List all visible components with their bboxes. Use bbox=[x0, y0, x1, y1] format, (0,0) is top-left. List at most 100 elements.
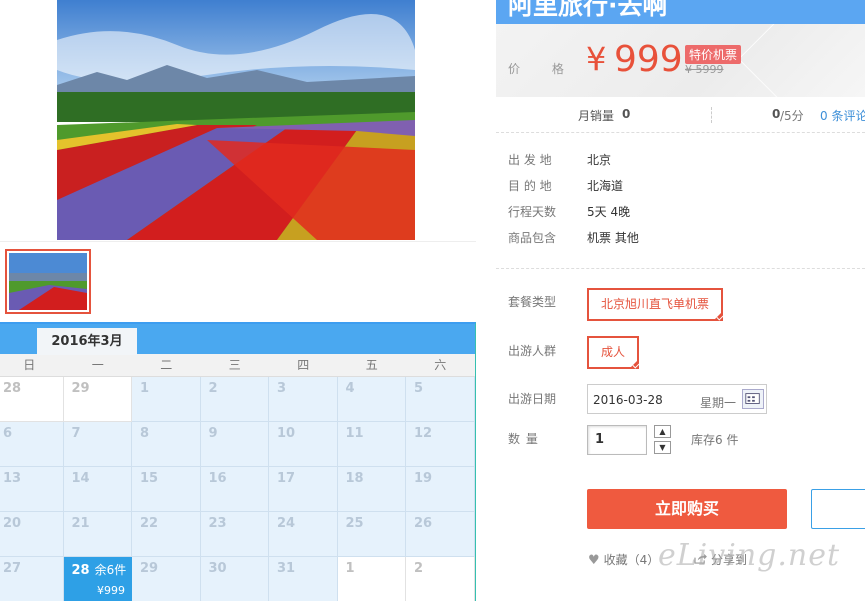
calendar-day[interactable]: 21 bbox=[63, 512, 132, 557]
calendar-day[interactable]: 17 bbox=[269, 467, 338, 512]
calendar-day-number: 25 bbox=[345, 516, 364, 531]
calendar-day: 2 bbox=[406, 557, 475, 601]
score-unit: /5分 bbox=[780, 109, 804, 123]
info-row: 目 的 地 北海道 bbox=[508, 176, 858, 202]
calendar-day[interactable]: 27 bbox=[0, 557, 64, 601]
calendar-day[interactable]: 31 bbox=[269, 557, 338, 601]
calendar-day[interactable]: 22 bbox=[132, 512, 201, 557]
calendar-day-number: 1 bbox=[140, 381, 150, 396]
stats-separator bbox=[711, 107, 712, 123]
price-currency: ¥ bbox=[586, 40, 607, 78]
stock-count: 库存6 件 bbox=[691, 433, 739, 447]
calendar-day[interactable]: 9 bbox=[200, 422, 269, 467]
date-calendar: 2016年3月 日 一 二 三 四 五 六 28 29 1 2 3 4 5 6 7 8 9 10 11 1… bbox=[0, 322, 476, 601]
traveller-option-button[interactable]: 成人 bbox=[587, 336, 639, 369]
calendar-day[interactable]: 1 bbox=[132, 377, 201, 422]
add-to-cart-button[interactable] bbox=[811, 489, 865, 529]
calendar-day-number: 10 bbox=[277, 426, 296, 441]
calendar-day[interactable]: 7 bbox=[63, 422, 132, 467]
info-value: 机票 其他 bbox=[587, 231, 639, 245]
info-key: 商品包含 bbox=[508, 231, 557, 245]
package-option-button[interactable]: 北京旭川直飞单机票 bbox=[587, 288, 723, 321]
price-tag-badge: 特价机票 bbox=[685, 45, 742, 64]
calendar-day[interactable]: 3 bbox=[269, 377, 338, 422]
calendar-day[interactable]: 14 bbox=[63, 467, 132, 512]
product-main-photo bbox=[57, 0, 415, 240]
calendar-day[interactable]: 19 bbox=[406, 467, 475, 512]
calendar-day[interactable]: 23 bbox=[200, 512, 269, 557]
share-button[interactable]: 分享到 bbox=[694, 551, 747, 568]
weekday-label: 日 bbox=[23, 358, 36, 372]
calendar-day[interactable]: 5 bbox=[406, 377, 475, 422]
calendar-day[interactable]: 2 bbox=[200, 377, 269, 422]
price-box-decoration bbox=[738, 24, 865, 97]
calendar-day-number: 2 bbox=[208, 381, 218, 396]
product-info-list: 出 发 地 北京 目 的 地 北海道 行程天数 5天 4晚 商品包含 机票 其他 bbox=[508, 150, 858, 254]
buy-now-button[interactable]: 立即购买 bbox=[587, 489, 787, 529]
calendar-day-number: 2 bbox=[414, 561, 424, 576]
calendar-day-selected[interactable]: 28 余6件 ¥999 bbox=[63, 557, 132, 601]
calendar-day[interactable]: 25 bbox=[337, 512, 406, 557]
info-row: 出 发 地 北京 bbox=[508, 150, 858, 176]
calendar-month-tab[interactable]: 2016年3月 bbox=[37, 328, 137, 355]
calendar-day-number: 23 bbox=[208, 516, 227, 531]
calendar-day-number: 12 bbox=[414, 426, 433, 441]
product-thumbnail[interactable] bbox=[5, 249, 91, 314]
quantity-label: 数 量 bbox=[508, 432, 539, 446]
calendar-day-number: 13 bbox=[3, 471, 22, 486]
info-value: 5天 4晚 bbox=[587, 205, 631, 219]
calendar-day[interactable]: 29 bbox=[132, 557, 201, 601]
calendar-day[interactable]: 18 bbox=[337, 467, 406, 512]
travel-date-field[interactable]: 2016-03-28 星期一 bbox=[587, 384, 767, 414]
calendar-day[interactable]: 15 bbox=[132, 467, 201, 512]
favorite-label: 收藏（4） bbox=[603, 553, 660, 567]
info-row: 商品包含 机票 其他 bbox=[508, 228, 858, 254]
travel-date-value: 2016-03-28 bbox=[593, 393, 663, 407]
travel-date-weekday: 星期一 bbox=[700, 396, 737, 410]
calendar-day[interactable]: 24 bbox=[269, 512, 338, 557]
calendar-icon[interactable] bbox=[742, 389, 764, 409]
calendar-day[interactable]: 4 bbox=[337, 377, 406, 422]
weekday-label: 三 bbox=[228, 358, 241, 372]
calendar-day-stock: 余6件 bbox=[94, 563, 127, 577]
calendar-day[interactable]: 16 bbox=[200, 467, 269, 512]
calendar-day-number: 15 bbox=[140, 471, 159, 486]
quantity-decrease-button[interactable]: ▼ bbox=[654, 441, 671, 454]
calendar-day: 28 bbox=[0, 377, 64, 422]
share-label: 分享到 bbox=[711, 553, 748, 567]
chevron-down-icon: ▼ bbox=[659, 443, 666, 452]
heart-icon: ♥ bbox=[588, 553, 600, 568]
info-key: 行程天数 bbox=[508, 205, 557, 219]
calendar-day[interactable]: 26 bbox=[406, 512, 475, 557]
info-row: 行程天数 5天 4晚 bbox=[508, 202, 858, 228]
chevron-up-icon: ▲ bbox=[659, 427, 666, 436]
quantity-input[interactable]: 1 bbox=[587, 425, 647, 455]
weekday-label: 六 bbox=[434, 358, 447, 372]
quantity-increase-button[interactable]: ▲ bbox=[654, 425, 671, 438]
price-label: 价 格 bbox=[508, 62, 578, 76]
favorite-button[interactable]: ♥ 收藏（4） bbox=[588, 551, 659, 568]
calendar-day-number: 1 bbox=[345, 561, 355, 576]
weekday-label: 五 bbox=[365, 358, 378, 372]
calendar-day-number: 7 bbox=[71, 426, 81, 441]
monthly-sales-value: 0 bbox=[622, 107, 631, 121]
calendar-day[interactable]: 11 bbox=[337, 422, 406, 467]
calendar-day[interactable]: 30 bbox=[200, 557, 269, 601]
calendar-day[interactable]: 13 bbox=[0, 467, 64, 512]
calendar-day-number: 19 bbox=[414, 471, 433, 486]
traveller-group-label: 出游人群 bbox=[508, 344, 557, 358]
package-option-label: 北京旭川直飞单机票 bbox=[600, 297, 709, 311]
product-title-bar: 阿里旅行·去啊 bbox=[496, 0, 865, 24]
review-link[interactable]: 0 条评论 bbox=[820, 107, 865, 124]
calendar-day-number: 17 bbox=[277, 471, 296, 486]
original-price: ¥ 5999 bbox=[685, 63, 724, 76]
calendar-day[interactable]: 12 bbox=[406, 422, 475, 467]
calendar-weekdays: 日 一 二 三 四 五 六 bbox=[0, 354, 475, 377]
package-type-label: 套餐类型 bbox=[508, 295, 557, 309]
calendar-day[interactable]: 20 bbox=[0, 512, 64, 557]
calendar-day[interactable]: 10 bbox=[269, 422, 338, 467]
product-title: 阿里旅行·去啊 bbox=[508, 0, 668, 20]
calendar-day[interactable]: 6 bbox=[0, 422, 64, 467]
calendar-day-number: 3 bbox=[277, 381, 287, 396]
calendar-day[interactable]: 8 bbox=[132, 422, 201, 467]
